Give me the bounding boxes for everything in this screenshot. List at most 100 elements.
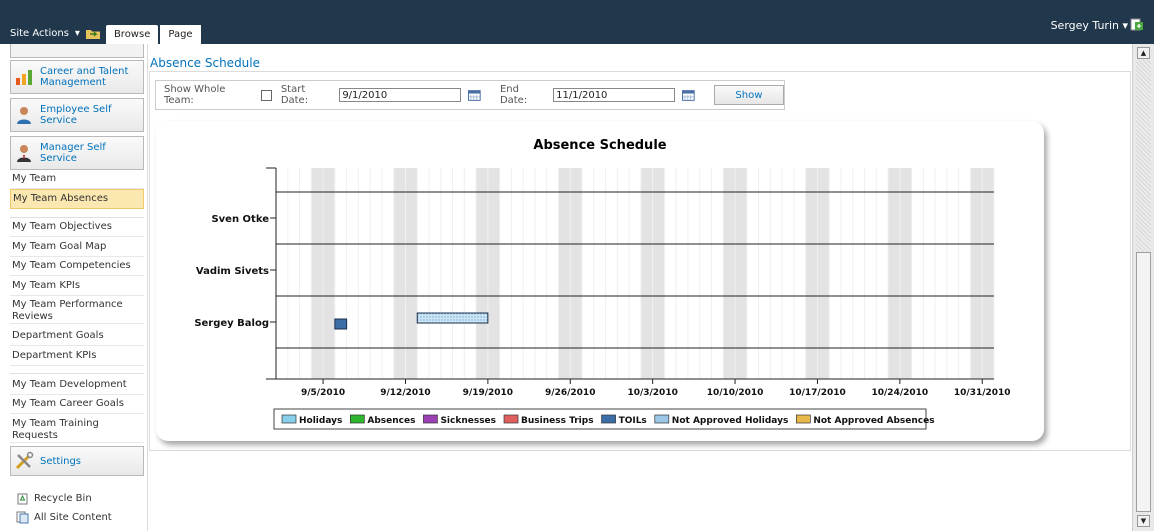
recycle-bin-link[interactable]: Recycle Bin (16, 492, 92, 505)
nav-button-label: Career and Talent Management (40, 66, 129, 88)
legend-swatch (601, 414, 616, 424)
all-site-content-label: All Site Content (34, 512, 112, 523)
legend-label: Holidays (299, 416, 342, 426)
weekend-band (558, 168, 571, 379)
scrollbar-thumb[interactable] (1136, 252, 1151, 512)
weekend-band (487, 168, 500, 379)
weekend-band (652, 168, 665, 379)
weekend-band (805, 168, 818, 379)
chevron-down-icon: ▾ (74, 28, 80, 39)
nav-item-my-team-absences[interactable]: My Team Absences (10, 189, 144, 209)
absence-bar (334, 318, 348, 330)
weekend-band (899, 168, 912, 379)
show-whole-team-checkbox[interactable] (261, 89, 272, 101)
start-date-label: Start Date: (280, 84, 309, 106)
nav-item-my-team-goal-map[interactable]: My Team Goal Map (10, 238, 144, 257)
show-whole-team-label: Show Whole Team: (164, 84, 226, 106)
nav-item-my-team-objectives[interactable]: My Team Objectives (10, 218, 144, 237)
x-tick-label: 9/26/2010 (545, 388, 595, 398)
start-date-input[interactable]: 9/1/2010 (339, 88, 462, 102)
weekend-band (570, 168, 583, 379)
chart-container: Absence Schedule Sven Otke Vadim Sivets Ser… (156, 121, 1044, 441)
weekend-band (817, 168, 830, 379)
nav-button-career-talent[interactable]: Career and Talent Management (10, 60, 144, 94)
end-date-input[interactable]: 11/1/2010 (553, 88, 676, 102)
absence-schedule-panel: Show Whole Team: Start Date: 9/1/2010 En… (149, 71, 1131, 451)
user-menu[interactable]: Sergey Turin ▾ (1051, 19, 1128, 32)
legend-label: Not Approved Absences (813, 416, 934, 426)
nav-item-my-team-development[interactable]: My Team Development (10, 376, 144, 395)
weekend-band (723, 168, 736, 379)
chart-title: Absence Schedule (533, 138, 666, 153)
main-content: Absence Schedule Show Whole Team: Start … (149, 44, 1131, 531)
left-navigation: Career and Talent Management Employee Se… (0, 44, 148, 531)
recycle-bin-label: Recycle Bin (34, 493, 92, 504)
tab-page[interactable]: Page (160, 25, 201, 44)
manager-icon (17, 145, 31, 162)
x-tick-label: 10/31/2010 (954, 388, 1011, 398)
weekend-band (970, 168, 983, 379)
x-tick-label: 9/12/2010 (380, 388, 430, 398)
absence-bar (416, 312, 489, 324)
show-button[interactable]: Show (713, 85, 784, 105)
row-label: Sven Otke (211, 214, 269, 225)
legend-swatch (654, 414, 670, 424)
nav-button-label: Manager Self Service (40, 142, 106, 164)
row-label: Sergey Balog (194, 318, 269, 329)
nav-button-settings[interactable]: Settings (10, 446, 144, 476)
end-date-label: End Date: (499, 84, 528, 106)
chevron-down-icon: ▾ (1122, 19, 1128, 32)
x-tick-label: 10/10/2010 (707, 388, 764, 398)
nav-item-department-kpis[interactable]: Department KPIs (10, 347, 144, 366)
x-tick-label: 10/3/2010 (627, 388, 677, 398)
ribbon: Site Actions ▾ Browse Page Sergey Turin … (0, 0, 1154, 44)
nav-divider (10, 366, 144, 374)
legend-label: TOILs (619, 416, 647, 426)
weekend-band (405, 168, 418, 379)
tab-browse[interactable]: Browse (105, 25, 159, 44)
nav-button-employee-self-service[interactable]: Employee Self Service (10, 98, 144, 132)
legend-label: Not Approved Holidays (672, 416, 789, 426)
x-tick-label: 10/24/2010 (872, 388, 929, 398)
x-tick-label: 10/17/2010 (789, 388, 846, 398)
settings-tools-icon (15, 451, 34, 470)
nav-item-my-team-training-requests[interactable]: My Team Training Requests (10, 415, 144, 443)
calendar-icon[interactable] (468, 89, 481, 101)
chart-icon (16, 70, 32, 85)
nav-header-fragment (10, 44, 144, 58)
nav-item-my-team-competencies[interactable]: My Team Competencies (10, 257, 144, 276)
nav-item-my-team[interactable]: My Team (10, 170, 144, 189)
scroll-down-arrow-icon[interactable]: ▼ (1137, 515, 1150, 527)
legend-swatch (503, 414, 519, 424)
all-site-content-link[interactable]: All Site Content (16, 511, 112, 524)
person-icon (17, 107, 31, 124)
vertical-scrollbar[interactable]: ▲ ▼ (1132, 44, 1154, 531)
site-content-icon (16, 511, 29, 524)
filter-bar: Show Whole Team: Start Date: 9/1/2010 En… (155, 80, 785, 110)
page-title[interactable]: Absence Schedule (150, 56, 260, 70)
nav-item-my-team-performance-reviews[interactable]: My Team Performance Reviews (10, 296, 144, 324)
nav-item-my-team-kpis[interactable]: My Team KPIs (10, 277, 144, 296)
page-status-icon[interactable] (1130, 18, 1144, 31)
weekend-band (640, 168, 653, 379)
weekend-band (311, 168, 324, 379)
legend-label: Business Trips (521, 416, 594, 426)
site-actions-menu[interactable]: Site Actions ▾ (0, 25, 106, 44)
weekend-band (735, 168, 747, 379)
legend-swatch (281, 414, 297, 424)
legend-label: Sicknesses (440, 416, 496, 426)
calendar-icon[interactable] (682, 89, 695, 101)
scroll-up-arrow-icon[interactable]: ▲ (1137, 47, 1150, 59)
weekend-band (323, 168, 335, 379)
legend-swatch (350, 414, 365, 424)
nav-button-manager-self-service[interactable]: Manager Self Service (10, 136, 144, 170)
absence-schedule-chart: Absence Schedule Sven Otke Vadim Sivets Ser… (194, 138, 1011, 430)
nav-item-department-goals[interactable]: Department Goals (10, 327, 144, 346)
user-name: Sergey Turin (1050, 19, 1119, 32)
x-tick-label: 9/5/2010 (301, 388, 345, 398)
nav-item-my-team-career-goals[interactable]: My Team Career Goals (10, 395, 144, 414)
folder-navigate-icon[interactable] (85, 28, 100, 39)
row-label: Vadim Sivets (196, 266, 269, 277)
site-actions-label: Site Actions (10, 28, 69, 39)
nav-button-label: Employee Self Service (40, 104, 112, 126)
